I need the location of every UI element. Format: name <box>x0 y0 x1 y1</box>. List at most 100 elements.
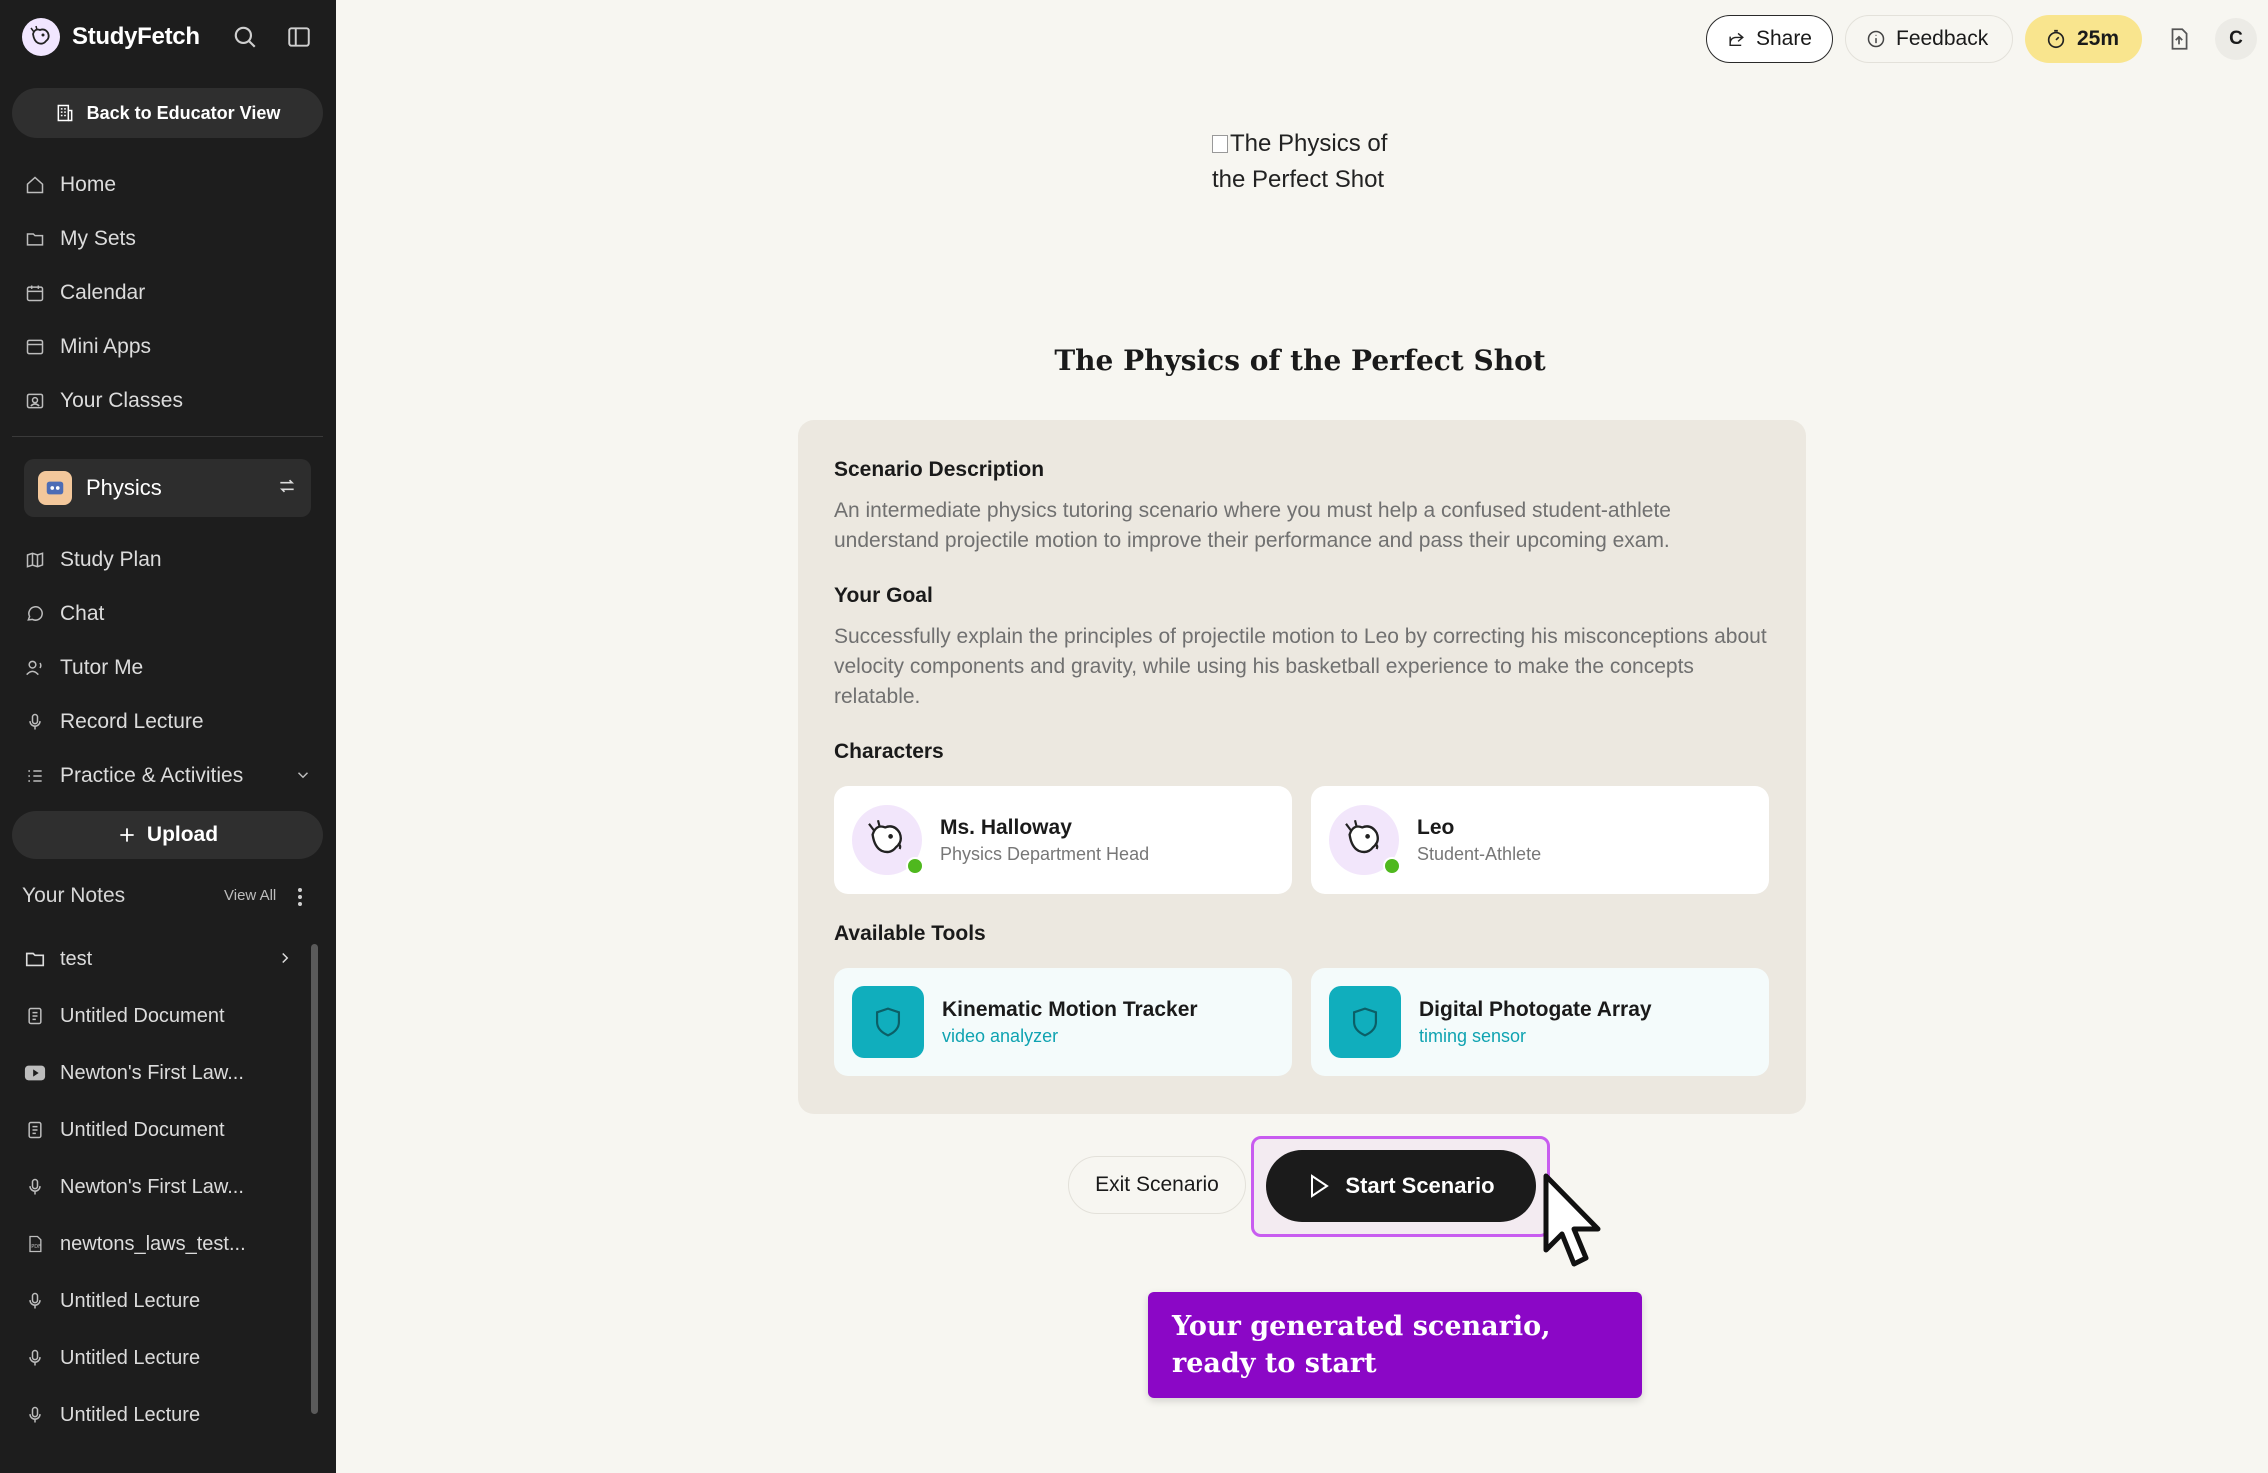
timer-button[interactable]: 25m <box>2025 15 2142 63</box>
notes-view-all-link[interactable]: View All <box>224 887 276 904</box>
info-icon <box>1867 30 1885 48</box>
mic-icon <box>24 1404 46 1426</box>
character-role: Physics Department Head <box>940 843 1150 864</box>
note-label: Newton's First Law... <box>60 1175 244 1198</box>
note-label: Untitled Lecture <box>60 1289 201 1312</box>
file-upload-icon[interactable] <box>2164 24 2194 54</box>
note-label: Untitled Document <box>60 1118 225 1141</box>
tool-name: Kinematic Motion Tracker <box>942 997 1198 1021</box>
shield-icon <box>1329 986 1401 1058</box>
tutorial-callout: Your generated scenario, ready to start <box>1148 1292 1642 1398</box>
nav-my-sets-label: My Sets <box>60 227 136 250</box>
scenario-image-alt: The Physics of the Perfect Shot <box>1212 130 1388 193</box>
nav-mini-apps-label: Mini Apps <box>60 335 152 358</box>
note-item[interactable]: PDF newtons_laws_test... <box>24 1224 294 1264</box>
tool-card[interactable]: Digital Photogate Array timing sensor <box>1311 968 1769 1076</box>
start-scenario-button[interactable]: Start Scenario <box>1266 1150 1536 1222</box>
character-name: Leo <box>1417 815 1455 839</box>
nav-chat-label: Chat <box>60 602 105 625</box>
notes-title: Your Notes <box>22 884 126 907</box>
share-button[interactable]: Share <box>1706 15 1833 63</box>
note-label: Newton's First Law... <box>60 1061 244 1084</box>
nav-home[interactable]: Home <box>24 165 116 205</box>
class-name: Physics <box>86 475 162 500</box>
note-item[interactable]: Untitled Lecture <box>24 1281 294 1321</box>
tool-card[interactable]: Kinematic Motion Tracker video analyzer <box>834 968 1292 1076</box>
note-item[interactable]: Untitled Lecture <box>24 1338 294 1378</box>
back-to-educator-label: Back to Educator View <box>86 102 281 123</box>
plus-icon <box>120 828 134 842</box>
note-item[interactable]: Untitled Lecture <box>24 1395 294 1435</box>
note-folder-test[interactable]: test <box>24 939 294 979</box>
nav-calendar-label: Calendar <box>60 281 146 304</box>
document-icon <box>24 1119 46 1141</box>
timer-label: 25m <box>2077 27 2120 50</box>
back-to-educator-button[interactable]: Back to Educator View <box>12 88 323 138</box>
exit-scenario-button[interactable]: Exit Scenario <box>1068 1156 1246 1214</box>
timer-icon <box>2047 29 2065 49</box>
note-item[interactable]: Untitled Document <box>24 996 294 1036</box>
characters-heading: Characters <box>834 740 944 763</box>
nav-chat[interactable]: Chat <box>24 594 104 634</box>
nav-calendar[interactable]: Calendar <box>24 273 145 313</box>
svg-text:PDF: PDF <box>31 1244 41 1250</box>
class-switcher[interactable]: Physics <box>24 459 311 517</box>
nav-practice-activities-label: Practice & Activities <box>60 764 244 787</box>
nav-study-plan[interactable]: Study Plan <box>24 540 162 580</box>
shield-icon <box>852 986 924 1058</box>
dog-avatar-icon <box>852 805 924 875</box>
nav-record-lecture[interactable]: Record Lecture <box>24 702 204 742</box>
map-icon <box>24 549 46 571</box>
youtube-icon <box>24 1062 46 1084</box>
note-label: Untitled Lecture <box>60 1346 201 1369</box>
calendar-icon <box>24 282 46 304</box>
pdf-icon: PDF <box>24 1233 46 1255</box>
note-item[interactable]: Untitled Document <box>24 1110 294 1150</box>
more-vertical-icon[interactable] <box>292 886 308 908</box>
sidebar-toggle-icon[interactable] <box>284 22 314 52</box>
mic-icon <box>24 711 46 733</box>
user-avatar[interactable]: C <box>2215 18 2257 60</box>
window-icon <box>24 336 46 358</box>
nav-tutor-me[interactable]: Tutor Me <box>24 648 143 688</box>
brand[interactable]: StudyFetch <box>22 18 200 56</box>
dog-logo-icon <box>22 18 60 56</box>
chevron-right-icon[interactable] <box>276 948 294 974</box>
note-label: newtons_laws_test... <box>60 1232 246 1255</box>
sidebar: StudyFetch Back to Educator View Home My… <box>0 0 336 1473</box>
notes-scrollbar[interactable] <box>311 944 318 1414</box>
description-text: An intermediate physics tutoring scenari… <box>834 499 1671 552</box>
document-icon <box>24 1005 46 1027</box>
nav-my-sets[interactable]: My Sets <box>24 219 136 259</box>
dog-avatar-icon <box>1329 805 1401 875</box>
character-card[interactable]: Leo Student-Athlete <box>1311 786 1769 894</box>
share-icon <box>1729 32 1744 47</box>
classes-icon <box>24 390 46 412</box>
scenario-title: The Physics of the Perfect Shot <box>1054 344 1546 377</box>
character-name: Ms. Halloway <box>940 815 1072 839</box>
feedback-label: Feedback <box>1896 27 1989 50</box>
search-icon[interactable] <box>230 22 260 52</box>
online-status-dot <box>906 857 924 875</box>
goal-text: Successfully explain the principles of p… <box>834 625 1767 708</box>
swap-icon[interactable] <box>277 476 297 501</box>
feedback-button[interactable]: Feedback <box>1845 15 2013 63</box>
broken-image-icon <box>1212 135 1228 153</box>
class-avatar-icon <box>38 471 72 505</box>
chevron-down-icon[interactable] <box>294 766 312 790</box>
nav-mini-apps[interactable]: Mini Apps <box>24 327 151 367</box>
upload-button[interactable]: Upload <box>12 811 323 859</box>
tool-type: video analyzer <box>942 1025 1059 1046</box>
character-role: Student-Athlete <box>1417 843 1542 864</box>
nav-practice-activities[interactable]: Practice & Activities <box>24 756 312 796</box>
character-card[interactable]: Ms. Halloway Physics Department Head <box>834 786 1292 894</box>
note-item[interactable]: Newton's First Law... <box>24 1167 294 1207</box>
nav-your-classes[interactable]: Your Classes <box>24 381 183 421</box>
brand-name: StudyFetch <box>72 23 200 50</box>
mic-icon <box>24 1347 46 1369</box>
start-scenario-label: Start Scenario <box>1345 1173 1495 1198</box>
upload-label: Upload <box>146 823 219 846</box>
note-item[interactable]: Newton's First Law... <box>24 1053 294 1093</box>
mouse-cursor-icon <box>1543 1173 1601 1267</box>
home-icon <box>24 174 46 196</box>
